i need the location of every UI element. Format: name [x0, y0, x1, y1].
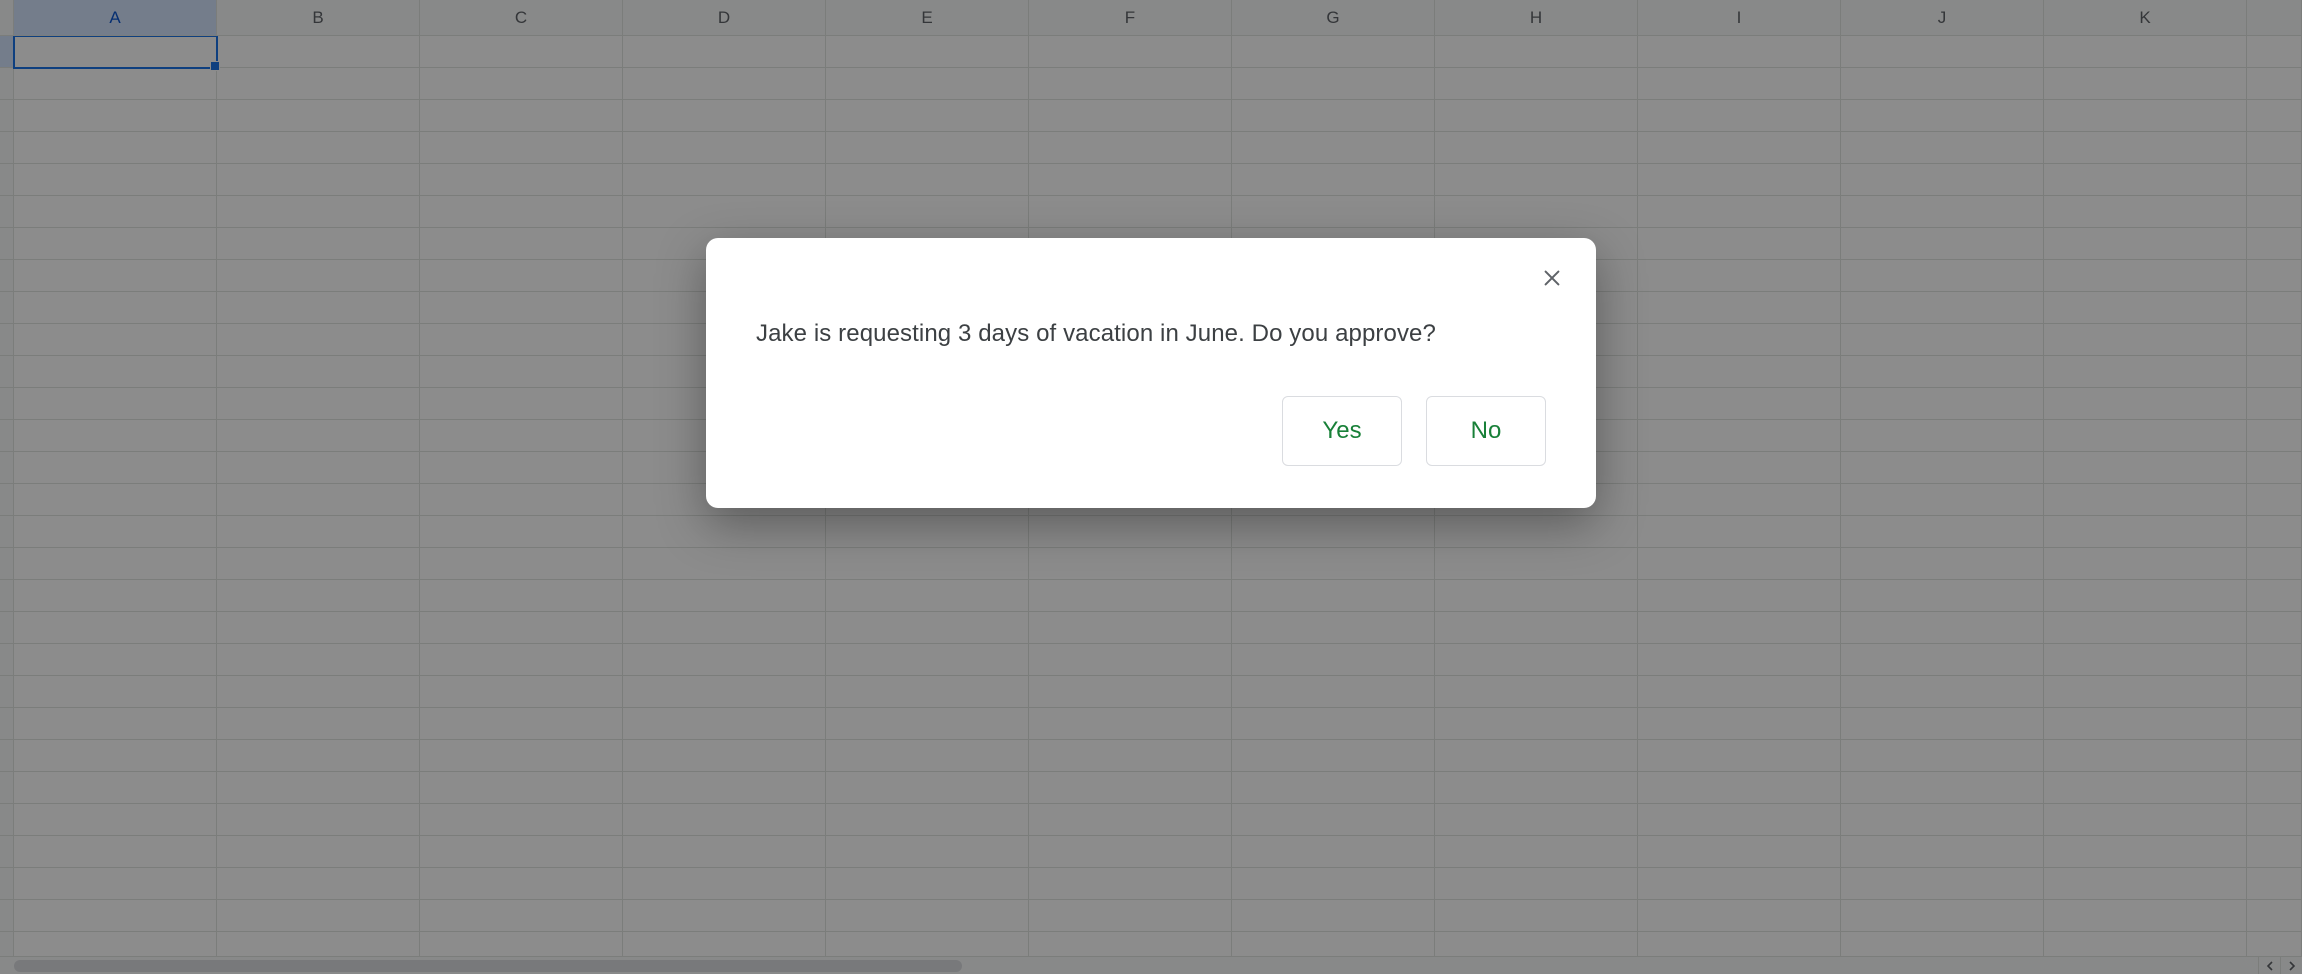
dialog-actions: Yes No [756, 396, 1546, 466]
dialog-message: Jake is requesting 3 days of vacation in… [756, 320, 1546, 348]
yes-button[interactable]: Yes [1282, 396, 1402, 466]
no-button[interactable]: No [1426, 396, 1546, 466]
close-icon [1541, 267, 1563, 289]
dialog-close-button[interactable] [1536, 262, 1568, 294]
confirmation-dialog: Jake is requesting 3 days of vacation in… [706, 238, 1596, 508]
